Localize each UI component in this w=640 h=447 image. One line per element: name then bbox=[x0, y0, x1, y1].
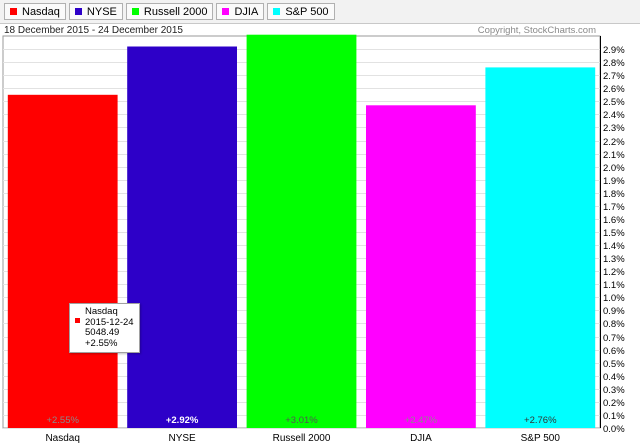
date-range: 18 December 2015 - 24 December 2015 bbox=[4, 25, 183, 36]
y-tick-label: 0.1% bbox=[603, 411, 625, 422]
tooltip-swatch bbox=[75, 318, 80, 323]
y-tick-label: 2.0% bbox=[603, 163, 625, 174]
x-axis: Nasdaq NYSE Russell 2000 DJIA S&P 500 bbox=[45, 433, 560, 444]
bar[interactable] bbox=[485, 67, 596, 429]
y-tick-label: 1.7% bbox=[603, 202, 625, 213]
x-tick-label: S&P 500 bbox=[521, 433, 561, 444]
tooltip-change: +2.55% bbox=[85, 337, 118, 349]
bar[interactable] bbox=[246, 34, 357, 428]
y-tick-label: 1.4% bbox=[603, 241, 625, 252]
data-tooltip: Nasdaq 2015-12-24 5048.49 +2.55% bbox=[69, 303, 140, 353]
y-tick-label: 2.8% bbox=[603, 58, 625, 69]
x-tick-label: Nasdaq bbox=[45, 433, 79, 444]
bar-value-label: +2.47% bbox=[405, 415, 438, 426]
tooltip-lines: Nasdaq 2015-12-24 5048.49 +2.55% bbox=[85, 306, 134, 349]
y-tick-label: 2.5% bbox=[603, 97, 625, 108]
bar-value-label: +2.55% bbox=[46, 415, 79, 426]
x-tick-label: NYSE bbox=[168, 433, 196, 444]
bar[interactable] bbox=[7, 94, 118, 429]
copyright-text: Copyright, StockCharts.com bbox=[477, 25, 596, 36]
y-tick-label: 0.8% bbox=[603, 319, 625, 330]
y-tick-label: 2.6% bbox=[603, 84, 625, 95]
y-tick-label: 0.0% bbox=[603, 424, 625, 435]
y-tick-label: 2.1% bbox=[603, 150, 625, 161]
tooltip-value: 5048.49 bbox=[85, 327, 120, 338]
y-tick-label: 2.4% bbox=[603, 110, 625, 121]
y-tick-label: 1.2% bbox=[603, 267, 625, 278]
y-tick-label: 0.6% bbox=[603, 346, 625, 357]
y-tick-label: 1.8% bbox=[603, 189, 625, 200]
bar-value-label: +3.01% bbox=[285, 415, 318, 426]
y-tick-label: 0.5% bbox=[603, 359, 625, 370]
bar-value-label: +2.76% bbox=[524, 415, 557, 426]
y-tick-label: 2.2% bbox=[603, 137, 625, 148]
y-tick-label: 0.3% bbox=[603, 385, 625, 396]
y-tick-label: 0.9% bbox=[603, 306, 625, 317]
bar[interactable] bbox=[366, 105, 476, 429]
x-tick-label: DJIA bbox=[410, 433, 432, 444]
x-tick-label: Russell 2000 bbox=[273, 433, 331, 444]
bar-value-label: +2.92% bbox=[166, 415, 199, 426]
y-tick-label: 1.1% bbox=[603, 280, 625, 291]
y-tick-label: 0.2% bbox=[603, 398, 625, 409]
y-tick-label: 2.3% bbox=[603, 123, 625, 134]
tooltip-series: Nasdaq bbox=[85, 306, 118, 317]
y-axis: 0.0% 0.1% 0.2% 0.3% 0.4% 0.5% 0.6% 0.7% 0.8% 0.9%… bbox=[600, 36, 625, 435]
y-tick-label: 1.9% bbox=[603, 176, 625, 187]
y-tick-label: 1.6% bbox=[603, 215, 625, 226]
bar[interactable] bbox=[127, 46, 237, 429]
y-tick-label: 1.3% bbox=[603, 254, 625, 265]
y-tick-label: 1.0% bbox=[603, 293, 625, 304]
y-tick-label: 2.9% bbox=[603, 45, 625, 56]
y-tick-label: 1.5% bbox=[603, 228, 625, 239]
y-tick-label: 0.7% bbox=[603, 333, 625, 344]
y-tick-label: 0.4% bbox=[603, 372, 625, 383]
y-tick-label: 2.7% bbox=[603, 71, 625, 82]
bar-chart: 0.0% 0.1% 0.2% 0.3% 0.4% 0.5% 0.6% 0.7% 0.8% 0.9%… bbox=[2, 34, 625, 444]
